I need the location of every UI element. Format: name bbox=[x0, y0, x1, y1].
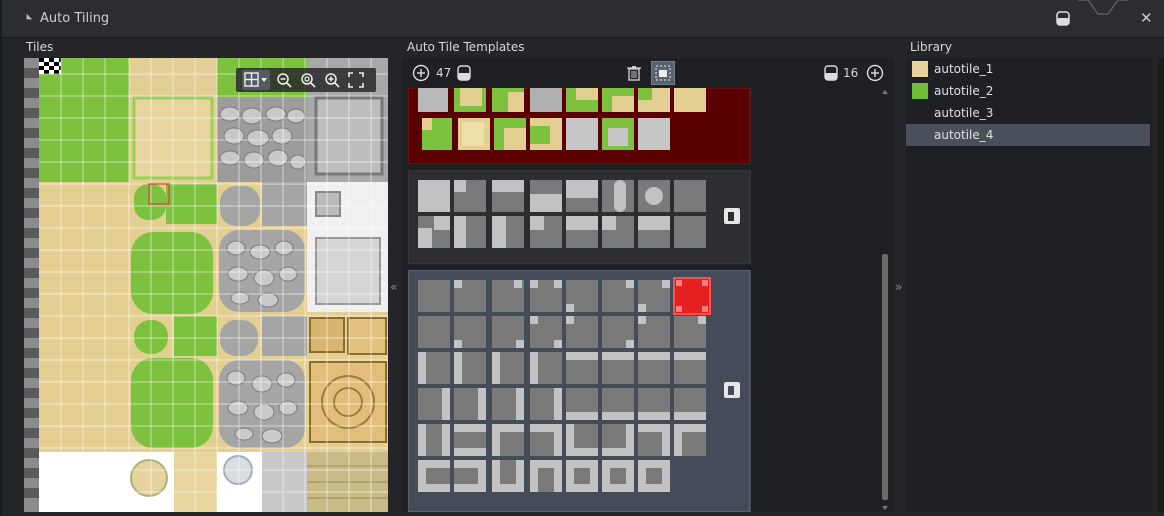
window-tab-notch bbox=[1078, 0, 1128, 15]
tiles-view-toolbar bbox=[236, 68, 376, 92]
delete-template-button[interactable] bbox=[626, 65, 642, 81]
grass-blob bbox=[131, 232, 213, 314]
lock-icon[interactable] bbox=[1055, 10, 1071, 26]
autotile-swatch bbox=[912, 127, 928, 143]
panel-edge bbox=[1158, 58, 1164, 512]
window-title: Auto Tiling bbox=[40, 11, 110, 26]
template-card-autotile-2[interactable] bbox=[408, 88, 752, 164]
templates-panel: 47 16 bbox=[402, 58, 894, 512]
templates-section-title: Auto Tile Templates bbox=[407, 40, 525, 54]
add-template-16-button[interactable] bbox=[866, 64, 884, 82]
autotile-swatch bbox=[912, 83, 928, 99]
collapse-arrow-icon[interactable] bbox=[23, 13, 33, 23]
library-item-label: autotile_2 bbox=[934, 84, 994, 98]
add-template-47-button[interactable] bbox=[412, 64, 430, 82]
tiles-section-title: Tiles bbox=[26, 40, 54, 54]
template-count-16: 16 bbox=[843, 66, 859, 80]
grid-dropdown-button[interactable] bbox=[242, 70, 270, 90]
lock-icon bbox=[824, 65, 838, 81]
library-item-autotile-4[interactable]: autotile_4 bbox=[906, 124, 1150, 146]
library-item-autotile-3[interactable]: autotile_3 bbox=[906, 102, 1150, 124]
library-item-label: autotile_1 bbox=[934, 62, 994, 76]
template-card-autotile-3[interactable] bbox=[408, 170, 752, 264]
zoom-out-button[interactable] bbox=[274, 70, 294, 90]
template-count-47: 47 bbox=[436, 66, 452, 80]
template-view-toggle-button[interactable] bbox=[651, 61, 675, 85]
templates-toolbar: 47 16 bbox=[402, 58, 894, 88]
zoom-reset-icon bbox=[301, 73, 316, 88]
fit-screen-icon bbox=[348, 72, 364, 88]
library-item-autotile-1[interactable]: autotile_1 bbox=[906, 58, 1150, 80]
transparent-tile-marker bbox=[39, 58, 61, 74]
lock-icon bbox=[457, 65, 471, 81]
title-bar: Auto Tiling ✕ bbox=[2, 0, 1164, 38]
grid-icon bbox=[244, 72, 267, 87]
tileset-canvas[interactable] bbox=[24, 58, 388, 512]
library-item-label: autotile_3 bbox=[934, 106, 994, 120]
library-item-label: autotile_4 bbox=[934, 128, 994, 142]
library-item-autotile-2[interactable]: autotile_2 bbox=[906, 80, 1150, 102]
scrollbar-thumb[interactable] bbox=[882, 254, 888, 500]
zoom-reset-button[interactable] bbox=[298, 70, 318, 90]
border-stripe bbox=[24, 58, 39, 512]
tiles-panel[interactable] bbox=[24, 58, 388, 512]
autotile-swatch bbox=[912, 105, 928, 121]
auto-tiling-window: Auto Tiling ✕ Tiles Auto Tile Templates … bbox=[0, 0, 1164, 516]
collapse-right-button[interactable]: » bbox=[895, 280, 902, 294]
collapse-left-button[interactable]: « bbox=[390, 280, 397, 294]
grass-tile-region bbox=[39, 74, 129, 182]
zoom-out-icon bbox=[277, 73, 292, 88]
close-button[interactable]: ✕ bbox=[1140, 11, 1153, 26]
zoom-in-icon bbox=[325, 73, 340, 88]
library-section-title: Library bbox=[910, 40, 952, 54]
templates-scrollbar[interactable] bbox=[880, 88, 890, 512]
autotile-swatch bbox=[912, 61, 928, 77]
template-card-autotile-4[interactable] bbox=[408, 270, 752, 512]
fit-screen-button[interactable] bbox=[346, 70, 366, 90]
templates-list bbox=[408, 88, 752, 512]
zoom-in-button[interactable] bbox=[322, 70, 342, 90]
library-panel: autotile_1 autotile_2 autotile_3 autotil… bbox=[906, 58, 1152, 512]
